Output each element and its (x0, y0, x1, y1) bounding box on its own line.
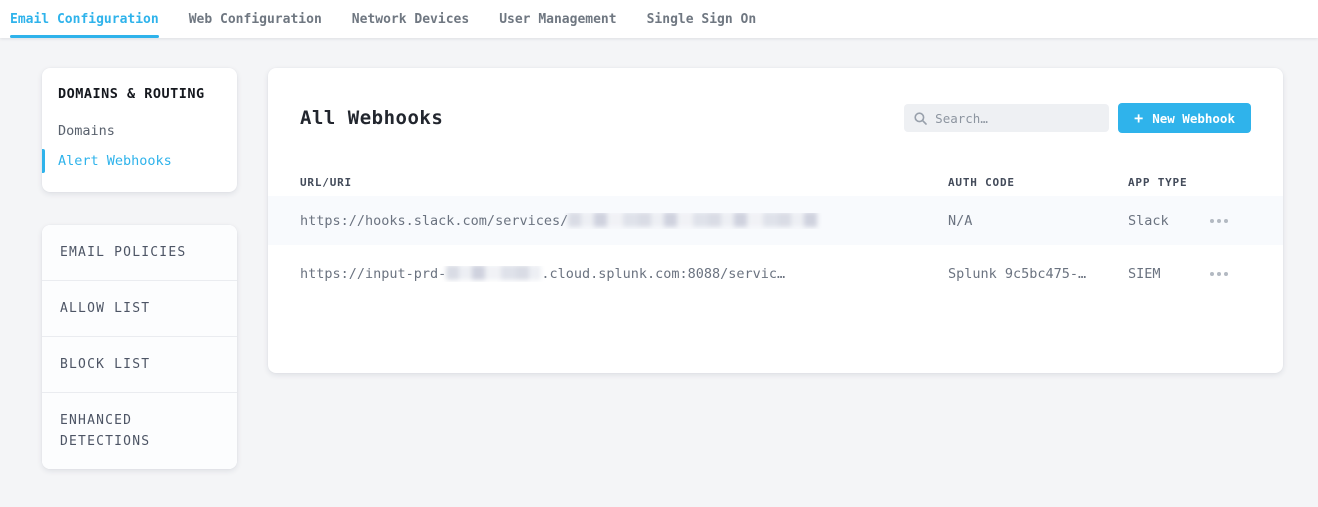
auth-code: Splunk 9c5bc475-… (948, 266, 1128, 282)
tab-single-sign-on[interactable]: Single Sign On (647, 0, 757, 38)
table-row: https://input-prd-.cloud.splunk.com:8088… (268, 245, 1283, 303)
table-header-row: URL/URI AUTH CODE APP TYPE (268, 168, 1283, 196)
sidebar-group-title: DOMAINS & ROUTING (42, 86, 237, 102)
webhook-url: https://hooks.slack.com/services/ (300, 213, 948, 229)
sidebar-domains-routing-card: DOMAINS & ROUTING Domains Alert Webhooks (42, 68, 237, 192)
column-header-auth: AUTH CODE (948, 176, 1128, 189)
top-nav: Email Configuration Web Configuration Ne… (0, 0, 1318, 38)
sidebar-item-block-list[interactable]: BLOCK LIST (42, 336, 237, 392)
auth-code: N/A (948, 213, 1128, 229)
new-webhook-button-label: New Webhook (1152, 111, 1235, 126)
search-box (904, 104, 1109, 132)
webhooks-panel-header: All Webhooks + New Webhook (268, 68, 1283, 168)
sidebar-item-alert-webhooks[interactable]: Alert Webhooks (42, 146, 237, 176)
plus-icon: + (1134, 109, 1143, 127)
column-header-app: APP TYPE (1128, 176, 1208, 189)
tab-web-configuration[interactable]: Web Configuration (189, 0, 322, 38)
sidebar-item-allow-list[interactable]: ALLOW LIST (42, 280, 237, 336)
app-type: Slack (1128, 213, 1208, 229)
column-header-url: URL/URI (300, 176, 948, 189)
webhooks-panel: All Webhooks + New Webhook URL/URI AUTH … (268, 68, 1283, 373)
row-menu-icon[interactable] (1208, 266, 1230, 282)
app-type: SIEM (1128, 266, 1208, 282)
new-webhook-button[interactable]: + New Webhook (1118, 103, 1251, 133)
tab-email-configuration[interactable]: Email Configuration (10, 0, 159, 38)
sidebar-item-enhanced-detections[interactable]: ENHANCED DETECTIONS (42, 392, 237, 469)
redacted-url-segment (568, 213, 818, 227)
sidebar-sections-card: EMAIL POLICIES ALLOW LIST BLOCK LIST ENH… (42, 225, 237, 469)
search-icon (914, 112, 927, 125)
table-row: https://hooks.slack.com/services/ N/A Sl… (268, 196, 1283, 245)
tab-user-management[interactable]: User Management (499, 0, 616, 38)
page-title: All Webhooks (300, 107, 443, 129)
row-menu-icon[interactable] (1208, 213, 1230, 229)
sidebar-item-email-policies[interactable]: EMAIL POLICIES (42, 225, 237, 280)
sidebar-item-domains[interactable]: Domains (42, 116, 237, 146)
page-body: DOMAINS & ROUTING Domains Alert Webhooks… (0, 38, 1318, 507)
search-input[interactable] (935, 111, 1099, 126)
webhook-url: https://input-prd-.cloud.splunk.com:8088… (300, 266, 948, 282)
redacted-url-segment (446, 266, 541, 280)
tab-network-devices[interactable]: Network Devices (352, 0, 469, 38)
